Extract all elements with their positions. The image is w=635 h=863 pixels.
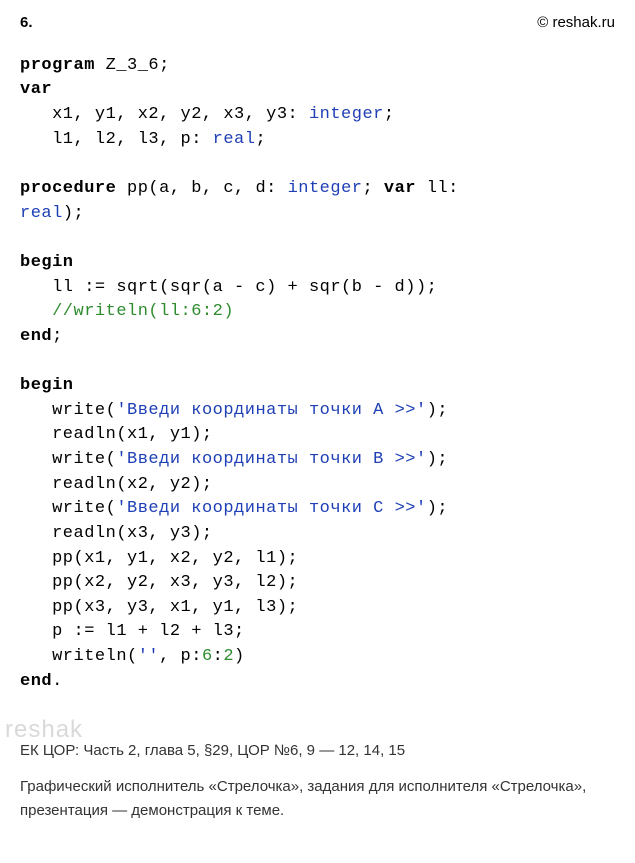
format-6: 6 xyxy=(202,647,213,666)
code-comment: //writeln(ll:6:2) xyxy=(20,302,234,321)
keyword-end: end xyxy=(20,327,52,346)
var-decl-2: l1, l2, l3, p: xyxy=(20,130,213,149)
code-listing: program Z_3_6; var x1, y1, x2, y2, x3, y… xyxy=(20,54,615,695)
code-write-b: write( xyxy=(20,450,116,469)
code-write-a: write( xyxy=(20,401,116,420)
program-name: Z_3_6; xyxy=(95,56,170,75)
footer-description: Графический исполнитель «Стрелочка», зад… xyxy=(20,775,615,823)
code-readln-3: readln(x3, y3); xyxy=(20,524,213,543)
keyword-begin-2: begin xyxy=(20,376,74,395)
proc-decl: pp(a, b, c, d: xyxy=(116,179,287,198)
code-readln-1: readln(x1, y1); xyxy=(20,425,213,444)
code-pp-2: pp(x2, y2, x3, y3, l2); xyxy=(20,573,298,592)
footer-reference: ЕК ЦОР: Часть 2, глава 5, §29, ЦОР №6, 9… xyxy=(20,739,615,763)
code-readln-2: readln(x2, y2); xyxy=(20,475,213,494)
exercise-number: 6. xyxy=(20,12,33,34)
code-line-assign: ll := sqrt(sqr(a - c) + sqr(b - d)); xyxy=(20,278,437,297)
string-b: 'Введи координаты точки B >>' xyxy=(116,450,426,469)
type-integer: integer xyxy=(309,105,384,124)
keyword-var: var xyxy=(20,80,52,99)
keyword-var-2: var xyxy=(384,179,416,198)
type-real-2: real xyxy=(20,204,63,223)
var-decl-1: x1, y1, x2, y2, x3, y3: xyxy=(20,105,309,124)
header: 6. © reshak.ru xyxy=(20,12,615,34)
code-pp-3: pp(x3, y3, x1, y1, l3); xyxy=(20,598,298,617)
string-a: 'Введи координаты точки A >>' xyxy=(116,401,426,420)
type-real: real xyxy=(213,130,256,149)
keyword-procedure: procedure xyxy=(20,179,116,198)
code-pp-1: pp(x1, y1, x2, y2, l1); xyxy=(20,549,298,568)
footer: ЕК ЦОР: Часть 2, глава 5, §29, ЦОР №6, 9… xyxy=(20,739,615,823)
string-c: 'Введи координаты точки C >>' xyxy=(116,499,426,518)
keyword-end-2: end xyxy=(20,672,52,691)
keyword-begin: begin xyxy=(20,253,74,272)
keyword-program: program xyxy=(20,56,95,75)
code-sum: p := l1 + l2 + l3; xyxy=(20,622,245,641)
code-write-c: write( xyxy=(20,499,116,518)
format-2: 2 xyxy=(223,647,234,666)
string-empty: '' xyxy=(138,647,159,666)
site-credit: © reshak.ru xyxy=(537,12,615,34)
code-writeln: writeln( xyxy=(20,647,138,666)
type-integer-2: integer xyxy=(288,179,363,198)
